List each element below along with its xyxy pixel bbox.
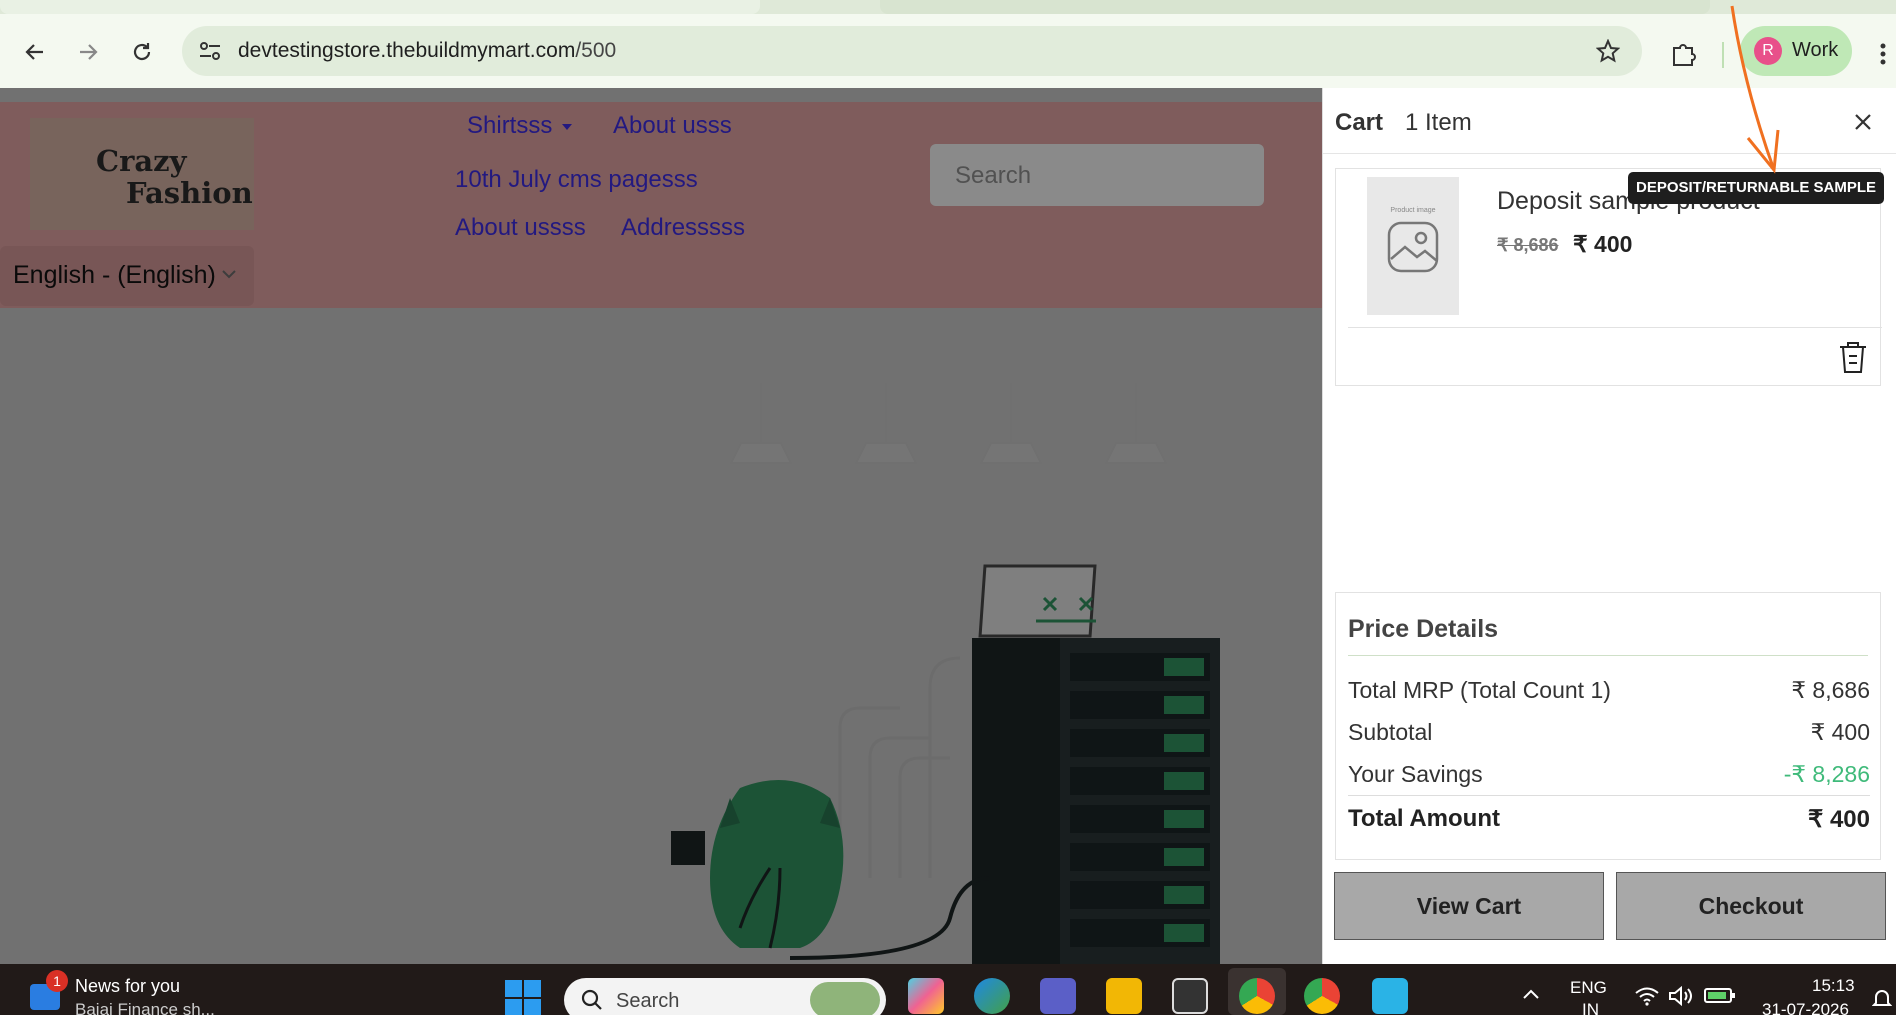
site-info-icon[interactable] [198, 40, 222, 62]
price-total-divider [1348, 795, 1870, 796]
price-details: Price Details Total MRP (Total Count 1) … [1335, 592, 1881, 860]
drawer-backdrop[interactable] [0, 88, 1322, 964]
notification-bell-icon[interactable] [1872, 988, 1892, 1010]
close-icon[interactable] [1851, 110, 1875, 134]
price-row-total: Total Amount ₹ 400 [1348, 805, 1870, 833]
search-icon [581, 989, 602, 1010]
product-thumbnail[interactable]: Product image [1367, 177, 1459, 315]
price-row-label: Total Amount [1348, 805, 1500, 832]
language-indicator[interactable]: ENG [1570, 978, 1607, 998]
price-row-mrp: Total MRP (Total Count 1) ₹ 8,686 [1348, 677, 1870, 704]
sample-tooltip: DEPOSIT/RETURNABLE SAMPLE [1628, 172, 1885, 204]
price-row-savings: Your Savings -₹ 8,286 [1348, 761, 1870, 788]
profile-label: Work [1792, 39, 1839, 61]
battery-icon[interactable] [1704, 986, 1736, 1004]
app-cube-icon[interactable] [1172, 978, 1208, 1014]
reload-button[interactable] [124, 34, 160, 70]
edge-icon[interactable] [974, 978, 1010, 1014]
chevron-up-icon[interactable] [1522, 988, 1540, 1000]
news-badge: 1 [46, 970, 68, 992]
price-details-title: Price Details [1348, 615, 1499, 643]
price-new: ₹ 400 [1573, 231, 1633, 257]
url-path: /500 [575, 39, 617, 62]
price-row-subtotal: Subtotal ₹ 400 [1348, 719, 1870, 746]
teams-icon[interactable] [1040, 978, 1076, 1014]
image-placeholder-icon [1387, 221, 1439, 273]
language-region: IN [1582, 1000, 1599, 1015]
taskbar: 1 News for you Bajaj Finance sh... Searc… [0, 964, 1896, 1015]
browser-toolbar: devtestingstore.thebuildmymart.com/500 R… [0, 14, 1896, 88]
tab-active[interactable] [0, 0, 760, 14]
forward-arrow-icon [80, 44, 98, 60]
price-title-divider [1348, 655, 1868, 656]
copilot-icon[interactable] [908, 978, 944, 1014]
tab-inactive[interactable] [880, 0, 1710, 14]
taskbar-search-label: Search [616, 990, 680, 1012]
checkout-button[interactable]: Checkout [1616, 872, 1886, 940]
clock-date[interactable]: 31-07-2026 [1762, 1000, 1849, 1015]
thumbnail-caption: Product image [1390, 207, 1436, 214]
item-divider [1348, 327, 1882, 328]
cart-drawer: Cart 1 Item Product image Deposit sample… [1322, 88, 1896, 964]
back-button[interactable] [17, 34, 53, 70]
price-row-label: Total MRP (Total Count 1) [1348, 677, 1611, 703]
price-row-value: ₹ 8,686 [1791, 677, 1870, 703]
cart-title: Cart [1335, 109, 1384, 136]
trash-icon[interactable] [1836, 339, 1870, 375]
reload-icon [133, 43, 151, 61]
volume-icon[interactable] [1668, 986, 1694, 1006]
address-bar[interactable]: devtestingstore.thebuildmymart.com/500 [182, 26, 1642, 76]
url-text[interactable]: devtestingstore.thebuildmymart.com/500 [238, 39, 616, 63]
back-arrow-icon [25, 44, 43, 60]
price-row-value: -₹ 8,286 [1783, 761, 1870, 787]
wifi-icon[interactable] [1634, 986, 1660, 1006]
news-subtitle: Bajaj Finance sh... [75, 1000, 215, 1015]
url-host: devtestingstore.thebuildmymart.com [238, 39, 576, 62]
price-old: ₹ 8,686 [1497, 235, 1559, 255]
price-row-value: ₹ 400 [1810, 719, 1870, 745]
news-title: News for you [75, 976, 181, 996]
chrome-profile-icon[interactable] [1304, 978, 1340, 1014]
star-bookmark-icon[interactable] [1596, 39, 1620, 63]
price-row-value: ₹ 400 [1808, 806, 1870, 833]
cart-header: Cart 1 Item [1323, 88, 1896, 154]
chrome-icon[interactable] [1239, 978, 1275, 1014]
price-row-label: Your Savings [1348, 761, 1483, 787]
file-explorer-icon[interactable] [1106, 978, 1142, 1014]
annotation-arrow-icon [1730, 5, 1780, 174]
taskbar-search[interactable]: Search [564, 978, 886, 1015]
notepad-icon[interactable] [1372, 978, 1408, 1014]
forward-button[interactable] [70, 34, 106, 70]
extensions-puzzle-icon[interactable] [1670, 40, 1698, 68]
price-row-label: Subtotal [1348, 719, 1433, 745]
view-cart-button[interactable]: View Cart [1334, 872, 1604, 940]
search-highlight-image [810, 982, 880, 1015]
kebab-menu-icon[interactable] [1878, 40, 1888, 68]
tab-strip [0, 0, 1896, 14]
windows-start-icon[interactable] [505, 980, 541, 1015]
clock-time[interactable]: 15:13 [1812, 976, 1855, 996]
cart-count: 1 Item [1405, 109, 1472, 136]
